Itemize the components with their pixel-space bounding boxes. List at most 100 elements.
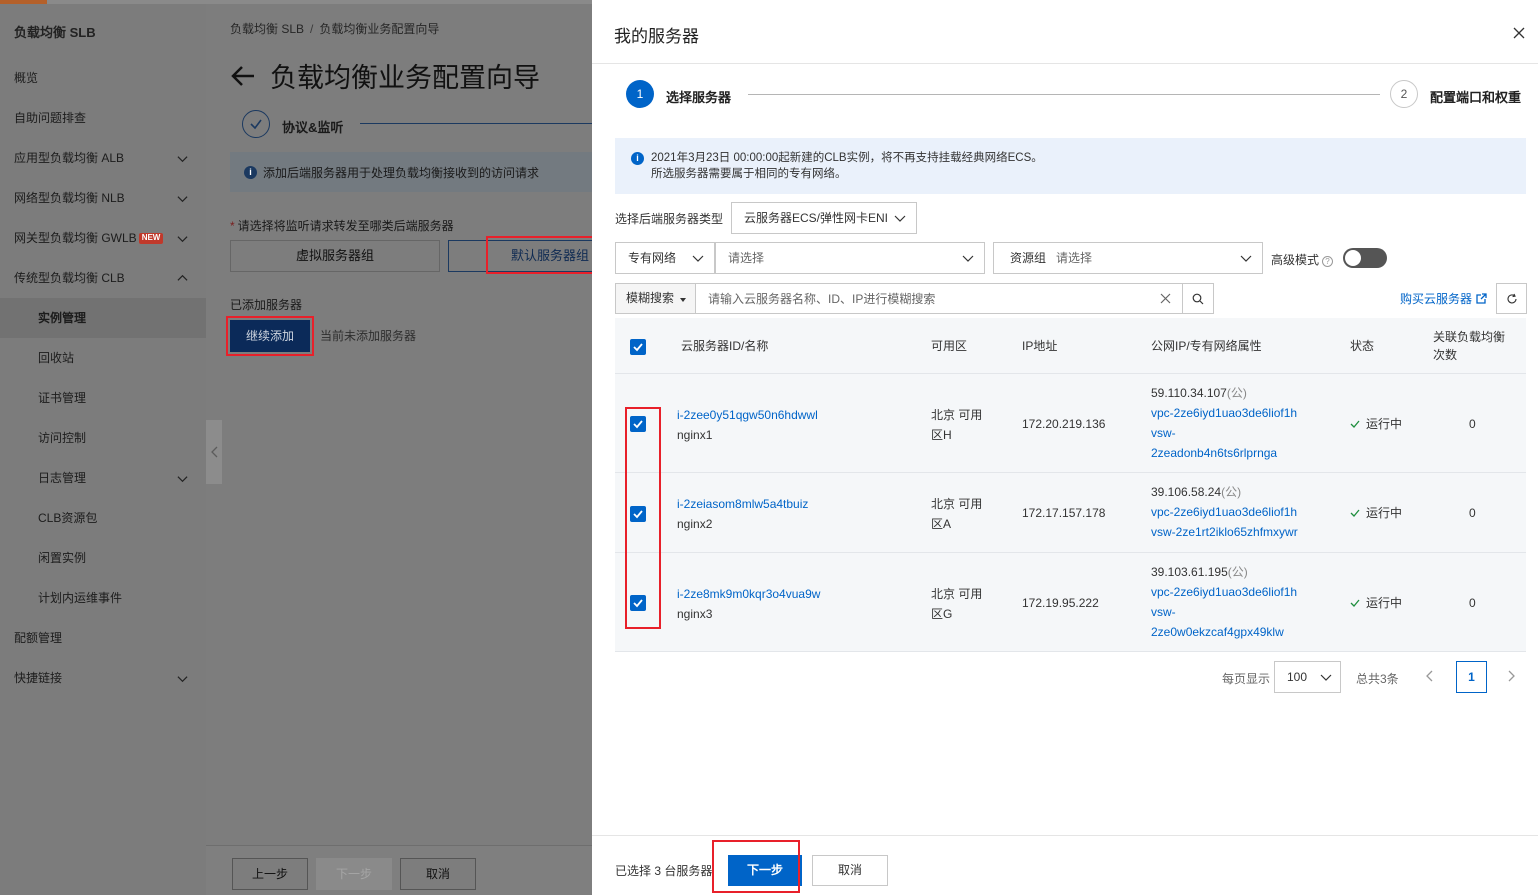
chevron-down-icon — [176, 218, 188, 258]
vswitch-link[interactable]: vsw- 2zeadonb4n6ts6rlprnga — [1151, 423, 1297, 463]
prev-page-icon[interactable] — [1424, 669, 1436, 683]
check-icon — [633, 510, 643, 519]
row-checkbox[interactable] — [630, 506, 646, 522]
close-icon[interactable] — [1512, 26, 1526, 40]
row-checkbox[interactable] — [630, 416, 646, 432]
back-arrow-icon[interactable] — [230, 63, 256, 89]
sidebar-item-logs[interactable]: 日志管理 — [0, 458, 206, 498]
col-header-public-ip: 公网IP/专有网络属性 — [1151, 339, 1262, 353]
server-name: nginx1 — [677, 428, 713, 442]
sidebar-item-maintenance-events[interactable]: 计划内运维事件 — [0, 578, 206, 618]
server-network-info: 39.103.61.195(公) vpc-2ze6iyd1uao3de6liof… — [1151, 562, 1297, 642]
sidebar-item-quick-links[interactable]: 快捷链接 — [0, 658, 206, 698]
server-name: nginx3 — [677, 607, 713, 621]
network-type-select[interactable]: 专有网络 — [615, 242, 715, 274]
select-all-checkbox[interactable] — [630, 339, 646, 355]
sidebar-item-quota[interactable]: 配额管理 — [0, 618, 206, 658]
server-status: 运行中 — [1350, 503, 1402, 523]
col-header-id-name: 云服务器ID/名称 — [681, 339, 769, 353]
cancel-wizard-button[interactable]: 取消 — [400, 858, 476, 890]
server-id-link[interactable]: i-2zee0y51qgw50n6hdwwl — [677, 405, 818, 425]
vpc-select[interactable]: 请选择 — [715, 242, 985, 274]
tab-default-server-group[interactable]: 默认服务器组 — [448, 240, 592, 272]
lb-count: 0 — [1469, 417, 1476, 431]
server-ip: 172.17.157.178 — [1022, 506, 1106, 520]
next-page-icon[interactable] — [1505, 669, 1517, 683]
drawer-footer: 已选择 3 台服务器 下一步 取消 — [592, 835, 1538, 895]
server-zone: 北京 可用 区H — [931, 408, 983, 442]
sidebar-item-clb[interactable]: 传统型负载均衡 CLB — [0, 258, 206, 298]
sidebar-item-access-control[interactable]: 访问控制 — [0, 418, 206, 458]
total-count: 总共3条 — [1356, 672, 1399, 686]
step-2-label: 配置端口和权重 — [1430, 90, 1522, 105]
buy-ecs-link[interactable]: 购买云服务器 — [1400, 290, 1487, 307]
breadcrumb-item[interactable]: 负载均衡 SLB — [230, 22, 304, 36]
next-step-button[interactable]: 下一步 — [728, 855, 802, 886]
vswitch-link[interactable]: vsw- 2ze0w0ekzcaf4gpx49klw — [1151, 602, 1297, 642]
server-id-link[interactable]: i-2zeiasom8mlw5a4tbuiz — [677, 494, 808, 514]
sidebar-item-gwlb[interactable]: 网关型负载均衡 GWLB NEW — [0, 218, 206, 258]
resource-group-select[interactable]: 资源组 请选择 — [993, 242, 1263, 274]
step-1-indicator: 1 — [626, 80, 654, 108]
clear-icon[interactable] — [1160, 293, 1171, 304]
chevron-left-icon — [210, 446, 217, 458]
sidebar-item-nlb[interactable]: 网络型负载均衡 NLB — [0, 178, 206, 218]
sidebar-item-overview[interactable]: 概览 — [0, 58, 206, 98]
notice-banner: i 2021年3月23日 00:00:00起新建的CLB实例，将不再支持挂载经典… — [615, 138, 1526, 194]
search-input[interactable] — [698, 284, 1144, 313]
sidebar-item-idle-instances[interactable]: 闲置实例 — [0, 538, 206, 578]
col-header-ip: IP地址 — [1022, 339, 1058, 353]
my-servers-drawer: 我的服务器 1 选择服务器 2 配置端口和权重 i 2021年3月23日 00:… — [592, 0, 1538, 895]
search-mode-select[interactable]: 模糊搜索 — [616, 284, 696, 313]
sidebar-item-certificates[interactable]: 证书管理 — [0, 378, 206, 418]
step-1-label: 选择服务器 — [666, 90, 732, 105]
page-button-current[interactable]: 1 — [1456, 661, 1487, 693]
added-servers-label: 已添加服务器 — [230, 298, 303, 312]
sidebar-collapse-handle[interactable] — [206, 420, 222, 484]
chevron-down-icon — [176, 658, 188, 698]
per-page-label: 每页显示 — [1222, 672, 1271, 686]
sidebar-item-recycle-bin[interactable]: 回收站 — [0, 338, 206, 378]
wizard-steps: 1 选择服务器 2 配置端口和权重 — [626, 80, 1538, 110]
refresh-icon — [1507, 293, 1517, 303]
vpc-link[interactable]: vpc-2ze6iyd1uao3de6liof1h — [1151, 582, 1297, 602]
sidebar-item-instance-management[interactable]: 实例管理 — [0, 298, 206, 338]
tab-virtual-server-group[interactable]: 虚拟服务器组 — [230, 240, 440, 272]
sidebar-item-alb[interactable]: 应用型负载均衡 ALB — [0, 138, 206, 178]
search-button[interactable] — [1183, 283, 1214, 314]
chevron-down-icon — [176, 178, 188, 218]
help-icon[interactable]: ? — [1322, 256, 1334, 267]
info-icon: i — [244, 165, 257, 179]
server-ip: 172.19.95.222 — [1022, 596, 1099, 610]
col-header-zone: 可用区 — [931, 339, 968, 353]
breadcrumb-item: 负载均衡业务配置向导 — [319, 22, 440, 36]
prev-step-button[interactable]: 上一步 — [232, 858, 308, 890]
vpc-link[interactable]: vpc-2ze6iyd1uao3de6liof1h — [1151, 502, 1298, 522]
server-status: 运行中 — [1350, 593, 1402, 613]
sidebar-item-clb-packages[interactable]: CLB资源包 — [0, 498, 206, 538]
per-page-select[interactable]: 100 — [1274, 661, 1341, 693]
chevron-down-icon — [1320, 674, 1332, 681]
step-2-indicator: 2 — [1390, 80, 1418, 108]
continue-add-button[interactable]: 继续添加 — [230, 320, 310, 352]
server-status: 运行中 — [1350, 414, 1402, 434]
sidebar-item-troubleshooting[interactable]: 自助问题排查 — [0, 98, 206, 138]
advanced-mode-toggle[interactable] — [1343, 248, 1387, 268]
refresh-button[interactable] — [1496, 283, 1527, 314]
vpc-link[interactable]: vpc-2ze6iyd1uao3de6liof1h — [1151, 403, 1297, 423]
info-bar: i 添加后端服务器用于处理负载均衡接收到的访问请求 — [230, 152, 592, 192]
chevron-down-icon — [176, 458, 188, 498]
advanced-mode-label: 高级模式? — [1271, 251, 1334, 268]
cancel-button[interactable]: 取消 — [812, 855, 888, 886]
server-network-info: 59.110.34.107(公) vpc-2ze6iyd1uao3de6liof… — [1151, 383, 1297, 463]
server-name: nginx2 — [677, 517, 713, 531]
chevron-down-icon — [962, 255, 974, 262]
check-icon — [633, 599, 643, 608]
server-type-select[interactable]: 云服务器ECS/弹性网卡ENI — [731, 202, 917, 234]
sidebar-title: 负载均衡 SLB — [14, 25, 96, 40]
server-id-link[interactable]: i-2ze8mk9m0kqr3o4vua9w — [677, 584, 820, 604]
row-checkbox[interactable] — [630, 595, 646, 611]
vswitch-link[interactable]: vsw-2ze1rt2iklo65zhfmxywr — [1151, 522, 1298, 542]
server-type-label: 选择后端服务器类型 — [615, 212, 724, 226]
lb-count: 0 — [1469, 506, 1476, 520]
